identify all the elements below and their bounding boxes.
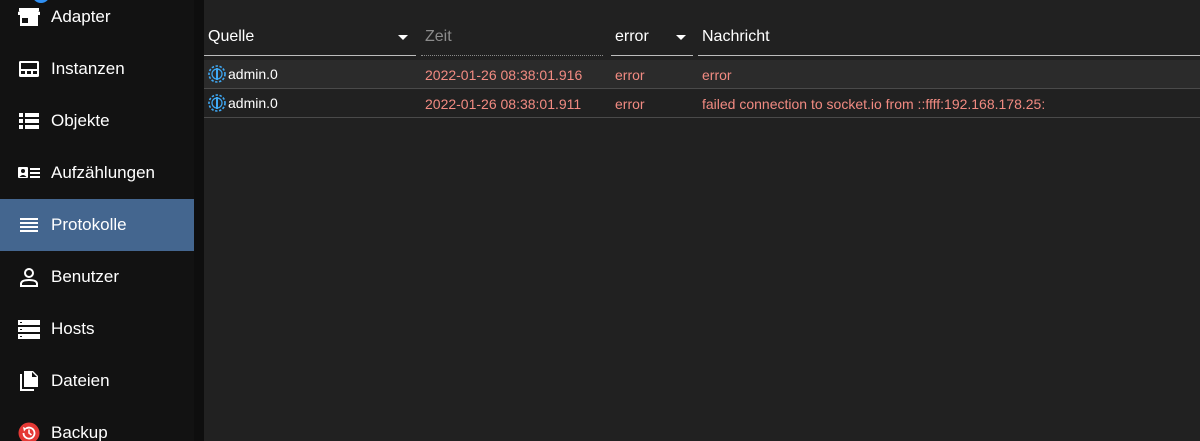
- sidebar-item-label: Protokolle: [51, 215, 127, 234]
- sidebar-item-label: Backup: [51, 423, 108, 441]
- adapter-logo-icon: [207, 64, 227, 84]
- log-severity: error: [615, 96, 645, 112]
- log-message: failed connection to socket.io from ::ff…: [702, 96, 1046, 112]
- enum-list-icon: [18, 162, 40, 184]
- sidebar-item-objekte[interactable]: Objekte: [0, 95, 194, 147]
- server-icon: [18, 318, 40, 340]
- header-source-label: Quelle: [208, 28, 255, 45]
- sidebar-divider: [194, 0, 204, 441]
- log-source: admin.0: [228, 95, 278, 111]
- table-row[interactable]: admin.0 2022-01-26 08:38:01.911 error fa…: [204, 89, 1200, 118]
- severity-filter-select[interactable]: error: [611, 18, 693, 56]
- sidebar-item-label: Adapter: [51, 7, 111, 26]
- header-source: Quelle: [204, 18, 416, 56]
- sidebar-item-label: Hosts: [51, 319, 95, 338]
- sidebar-item-hosts[interactable]: Hosts: [0, 303, 194, 355]
- sidebar-item-adapter[interactable]: 1 Adapter: [0, 0, 194, 43]
- sidebar-item-label: Dateien: [51, 371, 110, 390]
- store-icon: [18, 6, 40, 28]
- update-count-badge: 1: [32, 0, 50, 3]
- header-message: Nachricht: [698, 18, 1200, 56]
- sidebar-item-dateien[interactable]: Dateien: [0, 355, 194, 407]
- backup-icon: [18, 422, 40, 441]
- header-time-label: Zeit: [425, 28, 452, 45]
- table-row[interactable]: admin.0 2022-01-26 08:38:01.916 error er…: [204, 60, 1200, 89]
- source-filter-dropdown-icon[interactable]: [398, 35, 408, 40]
- sidebar-item-instanzen[interactable]: Instanzen: [0, 43, 194, 95]
- log-message: error: [702, 67, 732, 83]
- severity-filter-value: error: [615, 28, 649, 45]
- log-time: 2022-01-26 08:38:01.911: [425, 96, 582, 112]
- header-message-label: Nachricht: [702, 28, 770, 45]
- files-icon: [18, 370, 40, 392]
- sidebar-item-backup[interactable]: Backup: [0, 407, 194, 441]
- log-time: 2022-01-26 08:38:01.916: [425, 67, 583, 83]
- log-source: admin.0: [228, 66, 278, 82]
- sidebar-item-aufzaehlungen[interactable]: Aufzählungen: [0, 147, 194, 199]
- header-time[interactable]: Zeit: [421, 18, 603, 56]
- user-icon: [18, 266, 40, 288]
- sidebar-item-label: Instanzen: [51, 59, 125, 78]
- chevron-down-icon: [676, 35, 686, 40]
- sidebar-item-label: Benutzer: [51, 267, 120, 286]
- app-window: 1 Adapter Instanzen: [0, 0, 1200, 441]
- sidebar-item-label: Objekte: [51, 111, 110, 130]
- sidebar: 1 Adapter Instanzen: [0, 0, 194, 441]
- log-lines-icon: [18, 214, 40, 236]
- instances-icon: [18, 58, 40, 80]
- log-panel: Quelle Zeit error Nachricht admin.0 2022…: [204, 0, 1200, 441]
- list-icon: [18, 110, 40, 132]
- log-severity: error: [615, 67, 645, 83]
- sidebar-item-benutzer[interactable]: Benutzer: [0, 251, 194, 303]
- adapter-logo-icon: [207, 93, 227, 113]
- sidebar-item-protokolle[interactable]: Protokolle: [0, 199, 194, 251]
- sidebar-item-label: Aufzählungen: [51, 163, 155, 182]
